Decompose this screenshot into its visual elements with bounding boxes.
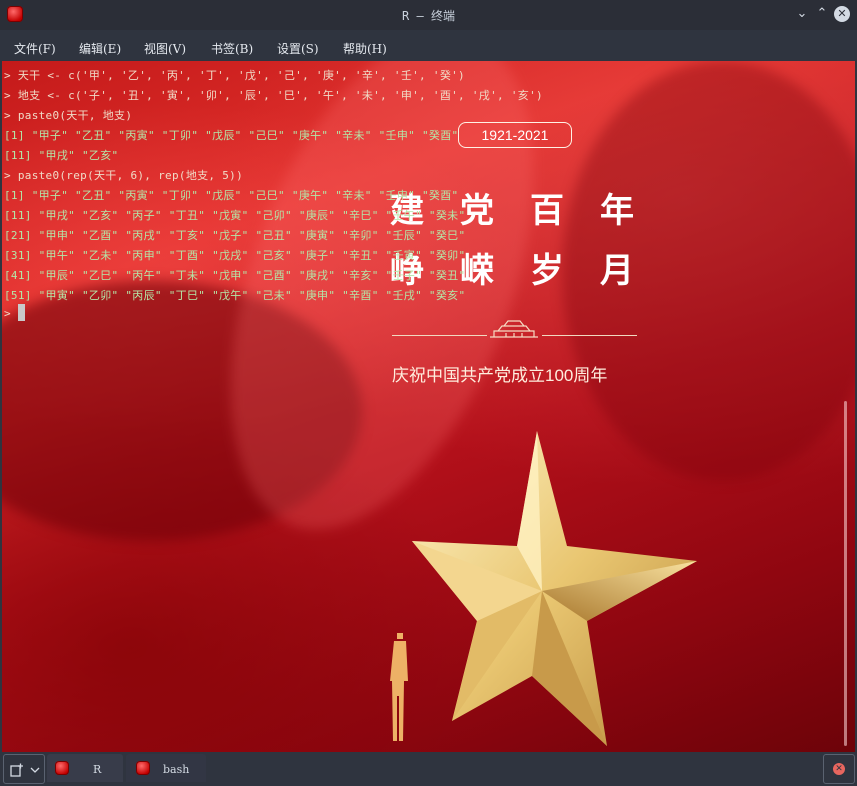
- tab-label: R: [93, 763, 102, 776]
- tab-label: bash: [163, 763, 190, 776]
- menu-bar: 文件(F) 编辑(E) 视图(V) 书签(B) 设置(S) 帮助(H): [0, 30, 857, 61]
- tab-bash-app-icon: [136, 761, 150, 775]
- menu-bookmarks[interactable]: 书签(B): [211, 40, 253, 57]
- terminal-line: [51] "甲寅" "乙卯" "丙辰" "丁巳" "戊午" "己未" "庚申" …: [4, 289, 466, 302]
- terminal-cursor: [18, 304, 25, 321]
- terminal-line: > paste0(天干, 地支): [4, 109, 133, 122]
- terminal-line: > 天干 <- c('甲', '乙', '丙', '丁', '戊', '己', …: [4, 69, 465, 82]
- tab-r[interactable]: R: [47, 754, 123, 782]
- terminal-line: [1] "甲子" "乙丑" "丙寅" "丁卯" "戊辰" "己巳" "庚午" "…: [4, 129, 459, 142]
- tiananmen-icon: [490, 320, 538, 338]
- year-badge: 1921-2021: [458, 122, 572, 148]
- divider-right: [542, 335, 637, 336]
- divider-left: [392, 335, 487, 336]
- scrollbar[interactable]: [844, 401, 847, 746]
- close-tab-icon: ✕: [833, 763, 845, 775]
- terminal-prompt: >: [4, 307, 11, 320]
- menu-help[interactable]: 帮助(H): [343, 40, 387, 57]
- new-tab-button[interactable]: [3, 754, 45, 784]
- window-title: R — 终端: [402, 9, 455, 23]
- menu-file[interactable]: 文件(F): [14, 40, 56, 57]
- terminal-line: [11] "甲戌" "乙亥" "丙子" "丁丑" "戊寅" "己卯" "庚辰" …: [4, 209, 466, 222]
- menu-edit[interactable]: 编辑(E): [79, 40, 121, 57]
- terminal-line: [11] "甲戌" "乙亥": [4, 149, 119, 162]
- menu-settings[interactable]: 设置(S): [277, 40, 319, 57]
- terminal-line: > 地支 <- c('子', '丑', '寅', '卯', '辰', '巳', …: [4, 89, 543, 102]
- soldier-silhouette-icon: [390, 633, 408, 741]
- close-tab-button[interactable]: ✕: [823, 754, 855, 784]
- terminal-line: [21] "甲申" "乙酉" "丙戌" "丁亥" "戊子" "己丑" "庚寅" …: [4, 229, 466, 242]
- terminal-line: [31] "甲午" "乙未" "丙申" "丁酉" "戊戌" "己亥" "庚子" …: [4, 249, 466, 262]
- terminal-view[interactable]: 1921-2021 建党百年 峥嵘岁月 庆祝中国共产党成立100周年 > 天干 …: [2, 61, 855, 752]
- gold-star-icon: [412, 431, 697, 746]
- subtitle-text: 庆祝中国共产党成立100周年: [392, 366, 608, 385]
- minimize-button[interactable]: ⌄: [794, 6, 810, 22]
- close-button[interactable]: ✕: [834, 6, 850, 22]
- menu-view[interactable]: 视图(V): [144, 40, 186, 57]
- window-titlebar[interactable]: R — 终端 ⌄ ⌃ ✕: [0, 0, 857, 30]
- tab-bar: R bash ✕: [0, 752, 857, 786]
- maximize-button[interactable]: ⌃: [814, 6, 830, 22]
- new-tab-icon: [10, 763, 23, 777]
- tab-bash[interactable]: bash: [126, 754, 206, 782]
- tab-r-app-icon: [55, 761, 69, 775]
- terminal-line: [41] "甲辰" "乙巳" "丙午" "丁未" "戊申" "己酉" "庚戌" …: [4, 269, 466, 282]
- terminal-line: [1] "甲子" "乙丑" "丙寅" "丁卯" "戊辰" "己巳" "庚午" "…: [4, 189, 459, 202]
- terminal-line: > paste0(rep(天干, 6), rep(地支, 5)): [4, 169, 244, 182]
- chevron-down-icon: [30, 767, 40, 773]
